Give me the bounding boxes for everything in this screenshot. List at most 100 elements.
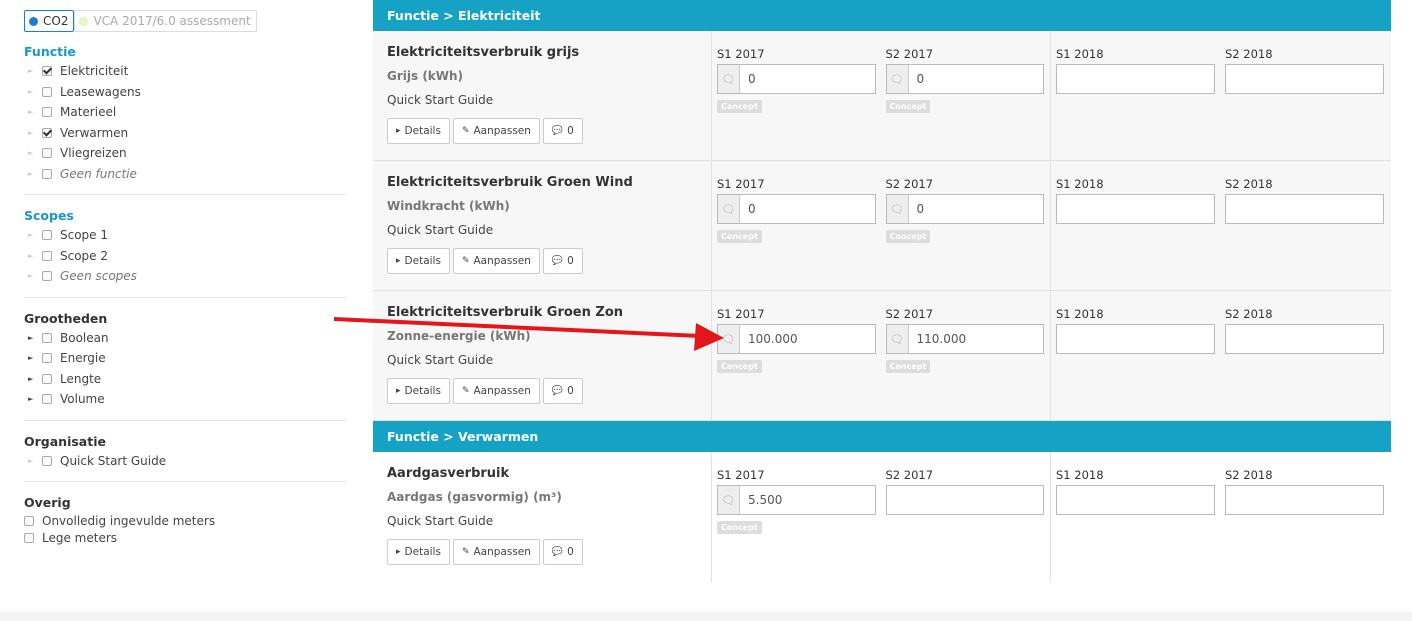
filter-section-organisatie: Organisatie ► Quick Start Guide	[24, 433, 346, 472]
period-label: S2 2018	[1225, 177, 1273, 191]
meter-value-input[interactable]	[1056, 485, 1215, 515]
meter-value-input[interactable]	[1056, 64, 1215, 94]
details-button[interactable]: ▸ Details	[387, 539, 450, 565]
assessment-tabs: CO2 VCA 2017/6.0 assessment	[24, 10, 346, 32]
meter-value-input[interactable]	[1225, 194, 1384, 224]
comments-button[interactable]: 💬 0	[542, 248, 583, 274]
meter-value-input[interactable]	[885, 485, 1044, 515]
checkbox[interactable]	[42, 373, 52, 384]
meter-value-input[interactable]	[1056, 324, 1215, 354]
filter-item[interactable]: ► Vliegreizen	[24, 143, 346, 164]
expand-caret-icon[interactable]: ►	[24, 395, 42, 403]
filter-item[interactable]: ► Geen functie	[24, 164, 346, 185]
checkbox[interactable]	[24, 515, 34, 526]
period-cell: S1 2018	[1056, 466, 1215, 582]
details-button[interactable]: ▸ Details	[387, 118, 450, 144]
meter-row: Aardgasverbruik Aardgas (gasvormig) (m³)…	[373, 452, 1391, 582]
filter-item[interactable]: ► Scope 1	[24, 225, 346, 246]
period-label: S1 2017	[717, 177, 765, 191]
bullet-icon: ►	[28, 108, 34, 117]
meter-value-input[interactable]: 🗨 100.000	[717, 324, 876, 354]
meter-info: Elektriciteitsverbruik grijs Grijs (kWh)…	[373, 31, 712, 160]
period-group: S1 2018 S2 2018	[1051, 291, 1390, 420]
comments-button[interactable]: 💬 0	[542, 539, 583, 565]
filter-item[interactable]: ► Verwarmen	[24, 123, 346, 144]
comment-icon[interactable]: 🗨	[718, 195, 740, 223]
checkbox[interactable]	[42, 394, 52, 405]
checkbox[interactable]	[42, 353, 52, 364]
filter-item[interactable]: Onvolledig ingevulde meters	[24, 512, 346, 529]
filter-item[interactable]: Lege meters	[24, 529, 346, 546]
filter-item[interactable]: ► Lengte	[24, 369, 346, 390]
period-cell: S1 2018	[1056, 45, 1215, 160]
expand-caret-icon[interactable]: ►	[24, 354, 42, 362]
meter-row: Elektriciteitsverbruik Groen Wind Windkr…	[373, 161, 1391, 291]
divider	[24, 296, 346, 298]
meter-value-input[interactable]: 🗨 0	[885, 194, 1044, 224]
edit-button[interactable]: ✎ Aanpassen	[452, 378, 540, 404]
meter-info: Elektriciteitsverbruik Groen Wind Windkr…	[373, 161, 712, 290]
edit-button[interactable]: ✎ Aanpassen	[452, 118, 540, 144]
filter-section-scopes: Scopes ► Scope 1 ► Scope 2 ► Geen scopes	[24, 207, 346, 287]
details-button[interactable]: ▸ Details	[387, 248, 450, 274]
filter-section-overig: Overig Onvolledig ingevulde meters Lege …	[24, 494, 346, 546]
filter-item[interactable]: ► Quick Start Guide	[24, 451, 346, 472]
meter-name: Elektriciteitsverbruik grijs	[387, 45, 580, 60]
expand-caret-icon[interactable]: ►	[24, 375, 42, 383]
bullet-icon: ►	[28, 87, 34, 96]
comment-icon[interactable]: 🗨	[886, 325, 909, 353]
checkbox[interactable]	[42, 107, 52, 118]
filter-item[interactable]: ► Scope 2	[24, 246, 346, 267]
section-header: Functie > Verwarmen	[373, 421, 1391, 452]
filter-item[interactable]: ► Volume	[24, 389, 346, 410]
checkbox[interactable]	[42, 86, 52, 97]
expand-caret-icon[interactable]: ►	[24, 334, 42, 342]
checkbox[interactable]	[42, 455, 52, 466]
checkbox[interactable]	[42, 127, 52, 138]
filter-item[interactable]: ► Energie	[24, 348, 346, 369]
filter-item[interactable]: ► Geen scopes	[24, 266, 346, 287]
comment-icon[interactable]: 🗨	[718, 486, 740, 514]
meter-value-input[interactable]	[1225, 324, 1384, 354]
caret-right-icon: ▸	[396, 386, 401, 396]
period-label: S2 2017	[885, 47, 934, 61]
tab-vca[interactable]: VCA 2017/6.0 assessment	[74, 10, 257, 32]
meter-value-input[interactable]: 🗨 0	[717, 64, 876, 94]
meter-value-input[interactable]	[1056, 194, 1215, 224]
comment-icon[interactable]: 🗨	[718, 65, 740, 93]
period-label: S1 2018	[1056, 307, 1104, 321]
meter-unit: Windkracht (kWh)	[387, 199, 510, 213]
section-title: Functie	[24, 44, 76, 59]
checkbox[interactable]	[42, 66, 52, 77]
meter-value-input[interactable]: 🗨 0	[717, 194, 876, 224]
filter-item[interactable]: ► Boolean	[24, 328, 346, 349]
filter-item[interactable]: ► Elektriciteit	[24, 61, 346, 82]
meter-organization: Quick Start Guide	[387, 223, 494, 237]
checkbox[interactable]	[42, 271, 52, 282]
filter-item[interactable]: ► Materieel	[24, 102, 346, 123]
checkbox[interactable]	[24, 532, 34, 543]
meter-value-input[interactable]: 🗨 110.000	[885, 324, 1044, 354]
tab-co2[interactable]: CO2	[24, 10, 75, 32]
comment-icon[interactable]: 🗨	[886, 65, 909, 93]
section-header: Functie > Elektriciteit	[373, 0, 1391, 31]
meter-value-input[interactable]: 🗨 5.500	[717, 485, 876, 515]
meter-value-input[interactable]	[1225, 485, 1384, 515]
meter-value-input[interactable]	[1225, 64, 1384, 94]
checkbox[interactable]	[42, 230, 52, 241]
details-button[interactable]: ▸ Details	[387, 378, 450, 404]
section-title: Grootheden	[24, 310, 108, 326]
meter-organization: Quick Start Guide	[387, 514, 494, 528]
checkbox[interactable]	[42, 332, 52, 343]
comments-button[interactable]: 💬 0	[542, 378, 583, 404]
edit-button[interactable]: ✎ Aanpassen	[452, 248, 540, 274]
checkbox[interactable]	[42, 168, 52, 179]
checkbox[interactable]	[42, 250, 52, 261]
comments-button[interactable]: 💬 0	[542, 118, 583, 144]
comment-icon[interactable]: 🗨	[718, 325, 740, 353]
checkbox[interactable]	[42, 148, 52, 159]
meter-value-input[interactable]: 🗨 0	[885, 64, 1044, 94]
edit-button[interactable]: ✎ Aanpassen	[452, 539, 540, 565]
filter-item[interactable]: ► Leasewagens	[24, 82, 346, 103]
comment-icon[interactable]: 🗨	[886, 195, 909, 223]
